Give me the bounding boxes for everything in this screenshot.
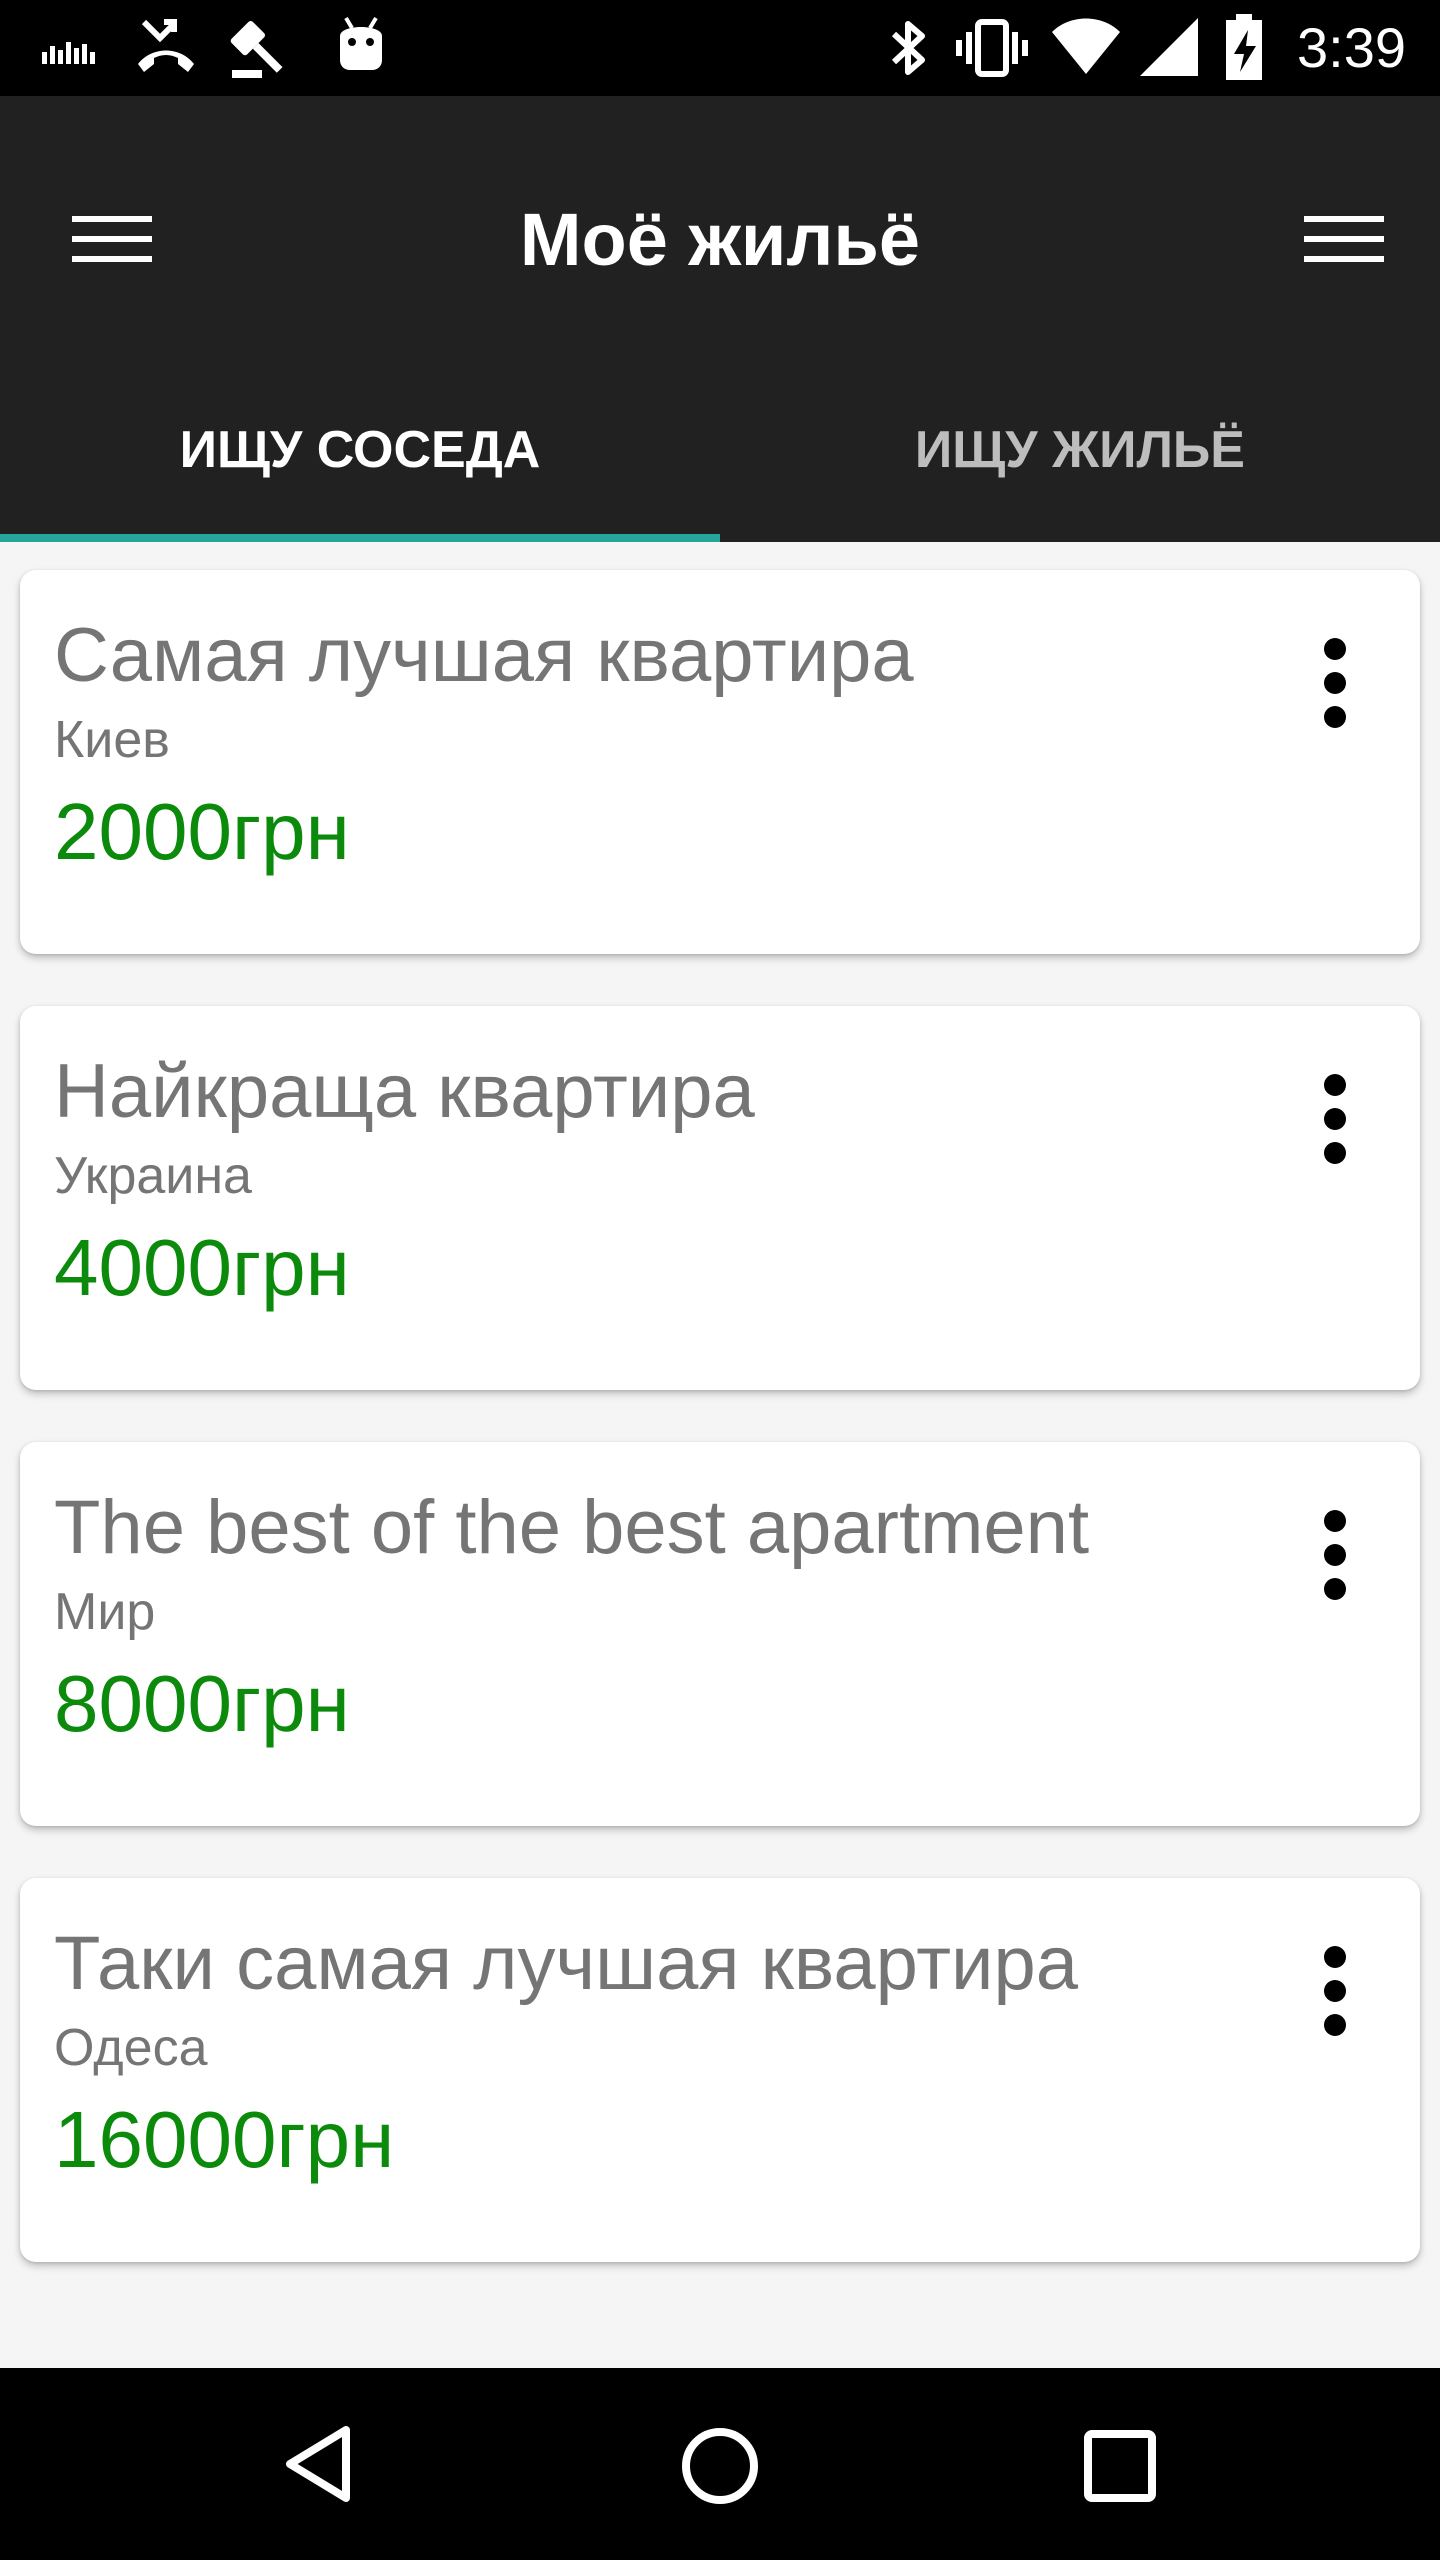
more-options-icon[interactable] (1312, 1074, 1360, 1184)
listing-title: The best of the best apartment (54, 1485, 1090, 1570)
listing-price: 8000грн (54, 1659, 350, 1748)
battery-charging-icon (1226, 14, 1262, 80)
listing-title: Самая лучшая квартира (54, 613, 914, 698)
tab-bar: ИЩУ СОСЕДА ИЩУ ЖИЛЬЁ (0, 370, 1440, 542)
recents-icon[interactable] (1082, 2428, 1158, 2504)
back-icon[interactable] (280, 2422, 364, 2506)
bluetooth-icon (891, 21, 925, 75)
listing-location: Мир (54, 1583, 156, 1641)
wifi-icon (1052, 18, 1120, 74)
listing-title: Таки самая лучшая квартира (54, 1921, 1079, 2006)
tab-label: ИЩУ СОСЕДА (179, 421, 541, 479)
right-menu-icon[interactable] (1296, 200, 1392, 280)
missed-call-icon (138, 19, 194, 72)
vibrate-icon (956, 19, 1028, 77)
listing-location: Украина (54, 1147, 252, 1205)
more-options-icon[interactable] (1312, 638, 1360, 748)
tab-indicator (0, 534, 720, 542)
listing-card[interactable]: Найкраща квартира Украина 4000грн (20, 1006, 1420, 1390)
listing-price: 4000грн (54, 1223, 350, 1312)
home-icon[interactable] (678, 2424, 762, 2508)
tab-label: ИЩУ ЖИЛЬЁ (914, 421, 1246, 479)
tab-looking-for-roommate[interactable]: ИЩУ СОСЕДА (0, 370, 720, 542)
listing-title: Найкраща квартира (54, 1049, 755, 1134)
listing-price: 16000грн (54, 2095, 395, 2184)
listing-card[interactable]: The best of the best apartment Мир 8000г… (20, 1442, 1420, 1826)
gavel-icon (230, 20, 283, 78)
listing-location: Киев (54, 711, 170, 769)
cell-signal-icon (1140, 18, 1198, 76)
listing-card[interactable]: Самая лучшая квартира Киев 2000грн (20, 570, 1420, 954)
listing-list[interactable]: Самая лучшая квартира Киев 2000грн Найкр… (0, 542, 1440, 2368)
android-icon (340, 16, 382, 70)
status-bar: 3:39 (0, 0, 1440, 96)
more-options-icon[interactable] (1312, 1510, 1360, 1620)
more-options-icon[interactable] (1312, 1946, 1360, 2056)
system-nav-bar (0, 2368, 1440, 2560)
tab-looking-for-housing[interactable]: ИЩУ ЖИЛЬЁ (720, 370, 1440, 542)
app-bar: Моё жильё ИЩУ СОСЕДА ИЩУ ЖИЛЬЁ (0, 96, 1440, 542)
listing-location: Одеса (54, 2019, 208, 2077)
listing-card[interactable]: Таки самая лучшая квартира Одеса 16000гр… (20, 1878, 1420, 2262)
status-time: 3:39 (1297, 16, 1406, 79)
page-title: Моё жильё (519, 198, 921, 281)
equalizer-icon (42, 42, 95, 64)
listing-price: 2000грн (54, 787, 350, 876)
